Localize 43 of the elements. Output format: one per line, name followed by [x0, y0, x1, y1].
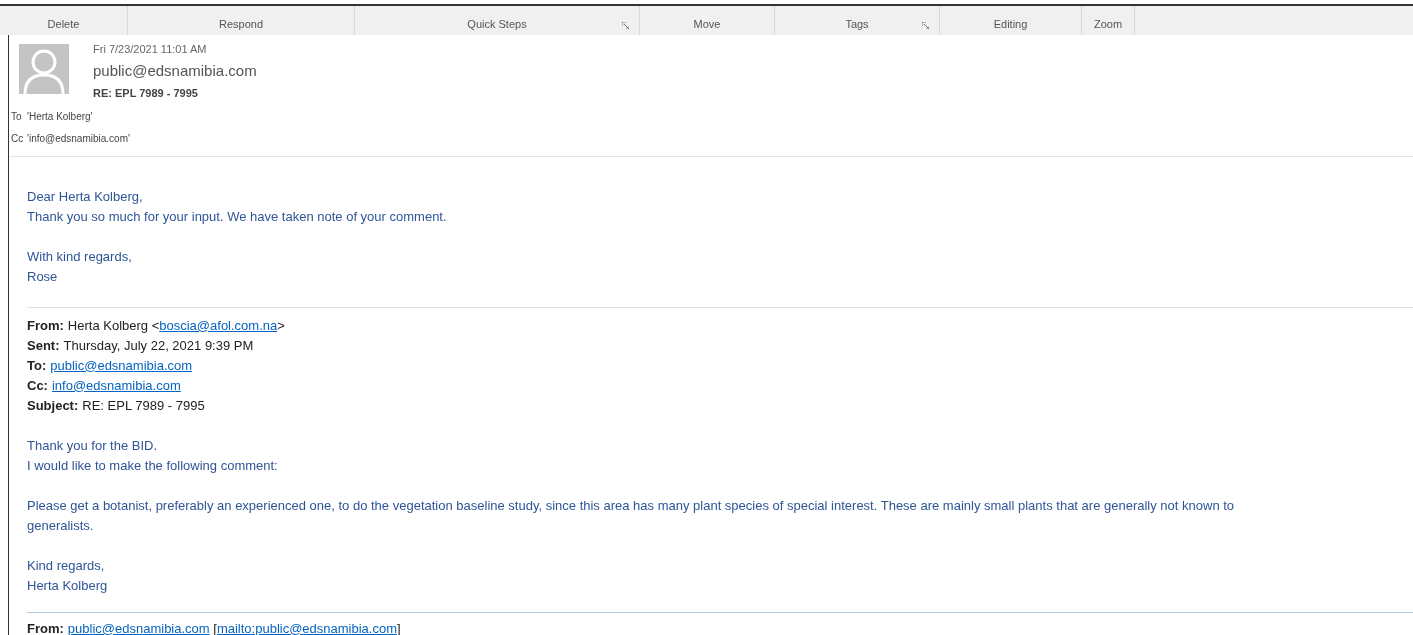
sender-address: public@edsnamibia.com [93, 60, 257, 81]
ribbon-group[interactable]: Delete [0, 6, 128, 35]
ribbon-group[interactable]: Quick Steps [355, 6, 640, 35]
field-label: From: [27, 316, 64, 335]
message-text: Rose [27, 267, 59, 286]
sent-date: Fri 7/23/2021 11:01 AM [93, 42, 208, 57]
dialog-launcher-icon[interactable] [922, 22, 929, 29]
field-value: [ [212, 619, 217, 635]
message-text: Herta Kolberg [27, 576, 109, 595]
message-text: Thank you so much for your input. We have taken note of your comment. [27, 207, 448, 226]
field-value: Herta Kolberg < [67, 316, 160, 335]
recipient-label: To [11, 110, 23, 124]
ribbon-group[interactable]: Respond [128, 6, 355, 35]
field-value: > [277, 316, 285, 335]
email-link[interactable]: public@edsnamibia.com [50, 355, 193, 376]
message-text: Dear Herta Kolberg, [27, 187, 144, 206]
field-label: Subject: [27, 396, 79, 415]
message-text: I would like to make the following comment: [27, 456, 279, 475]
field-label: Cc: [27, 376, 48, 395]
message-text: Please get a botanist, preferably an experienced one, to do the vegetation baseline study, since this area has many plant species of special interest. These are mainly small plants that are generally not known to generalists. [27, 496, 1236, 535]
field-label: Sent: [27, 336, 60, 355]
avatar-icon [19, 44, 69, 94]
ribbon-group[interactable]: Editing [940, 6, 1082, 35]
email-link[interactable]: boscia@afol.com.na [159, 315, 278, 336]
subject: RE: EPL 7989 - 7995 [93, 86, 199, 101]
ribbon-group[interactable]: Tags [775, 6, 940, 35]
message-text: With kind regards, [27, 247, 133, 266]
dialog-launcher-icon[interactable] [622, 22, 629, 29]
recipient-name: 'info@edsnamibia.com' [27, 132, 130, 146]
field-value: ] [397, 619, 401, 635]
recipient-name: 'Herta Kolberg' [27, 110, 93, 124]
field-value: RE: EPL 7989 - 7995 [82, 396, 205, 415]
field-value: Thursday, July 22, 2021 9:39 PM [63, 336, 254, 355]
message-text: Thank you for the BID. [27, 436, 159, 455]
ribbon-group[interactable]: Zoom [1082, 6, 1135, 35]
email-link[interactable]: info@edsnamibia.com [51, 375, 181, 396]
ribbon-group[interactable]: Move [640, 6, 775, 35]
field-label: From: [27, 619, 64, 635]
email-link[interactable]: public@edsnamibia.com [67, 618, 210, 635]
message-text: Kind regards, [27, 556, 106, 575]
field-label: To: [27, 356, 47, 375]
recipient-label: Cc [11, 132, 25, 146]
email-link[interactable]: mailto:public@edsnamibia.com [216, 618, 397, 635]
